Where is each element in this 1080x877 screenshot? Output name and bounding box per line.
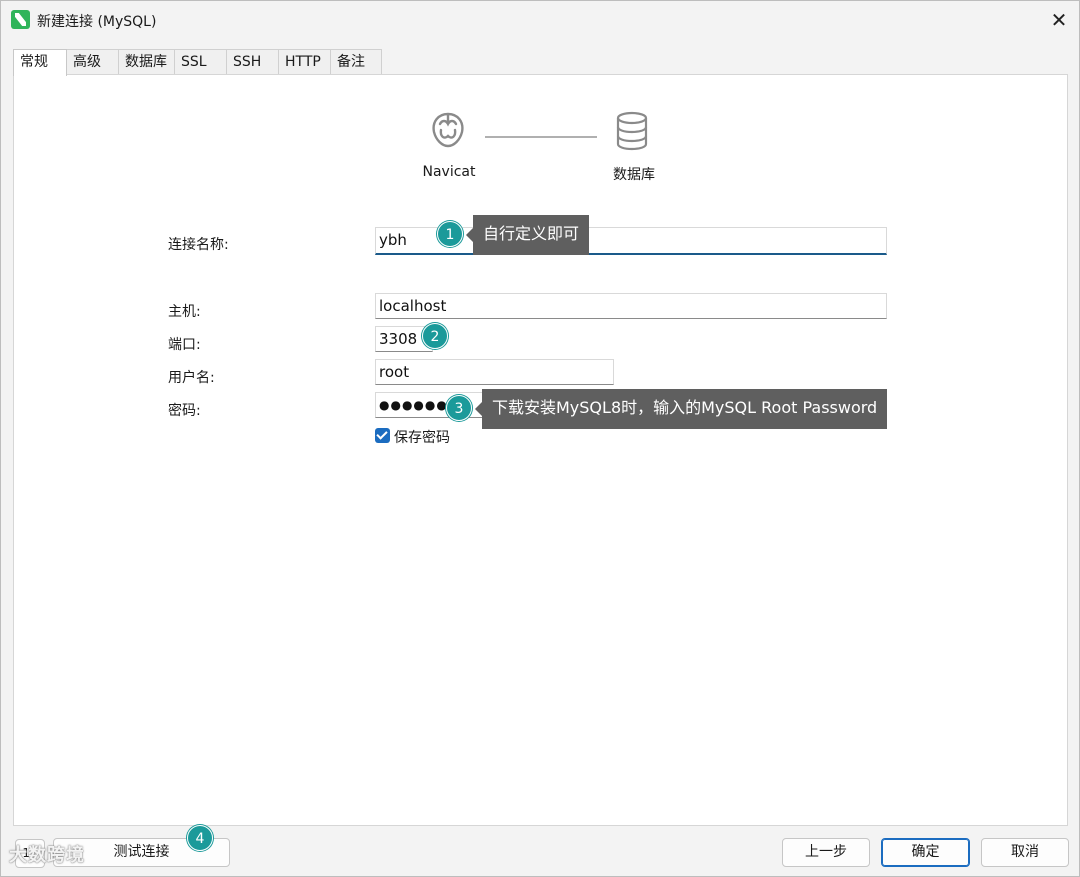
connection-name-label: 连接名称: [168, 237, 229, 253]
tab-http[interactable]: HTTP [278, 49, 331, 74]
navicat-app-icon [11, 10, 30, 29]
navicat-label: Navicat [422, 164, 476, 180]
tab-ssh[interactable]: SSH [226, 49, 279, 74]
tab-ssl[interactable]: SSL [174, 49, 227, 74]
cancel-button[interactable]: 取消 [981, 838, 1069, 867]
window-title: 新建连接 (MySQL) [37, 14, 157, 30]
username-label: 用户名: [168, 370, 215, 386]
tab-general[interactable]: 常规 [13, 49, 67, 76]
host-label: 主机: [168, 304, 201, 320]
tab-notes[interactable]: 备注 [330, 49, 382, 74]
connector-line [485, 136, 597, 138]
general-panel: Navicat 数据库 连接名称: ybh 主机: localhost 端口: … [13, 74, 1068, 826]
save-password-checkbox[interactable] [375, 428, 390, 443]
previous-button[interactable]: 上一步 [782, 838, 870, 867]
title-bar: 新建连接 (MySQL) ✕ [1, 1, 1079, 39]
save-password-label: 保存密码 [394, 430, 450, 446]
annotation-tooltip-3: 下载安装MySQL8时，输入的MySQL Root Password [474, 389, 888, 429]
annotation-badge-4: 4 [187, 825, 213, 851]
database-icon [616, 111, 648, 151]
watermark: 大数跨境 [9, 845, 85, 866]
annotation-tooltip-1: 自行定义即可 [465, 215, 590, 255]
database-label: 数据库 [613, 167, 655, 183]
username-input[interactable]: root [375, 359, 614, 385]
host-input[interactable]: localhost [375, 293, 887, 319]
ok-button[interactable]: 确定 [881, 838, 970, 867]
dialog-window: 新建连接 (MySQL) ✕ 常规 高级 数据库 SSL SSH HTTP 备注… [0, 0, 1080, 877]
annotation-badge-3: 3 [446, 395, 472, 421]
port-label: 端口: [168, 337, 201, 353]
password-label: 密码: [168, 403, 201, 419]
tab-advanced[interactable]: 高级 [66, 49, 119, 74]
annotation-badge-1: 1 [437, 221, 463, 247]
annotation-badge-2: 2 [422, 323, 448, 349]
close-button[interactable]: ✕ [1041, 5, 1077, 35]
navicat-logo-icon [432, 112, 464, 148]
tab-database[interactable]: 数据库 [118, 49, 175, 74]
